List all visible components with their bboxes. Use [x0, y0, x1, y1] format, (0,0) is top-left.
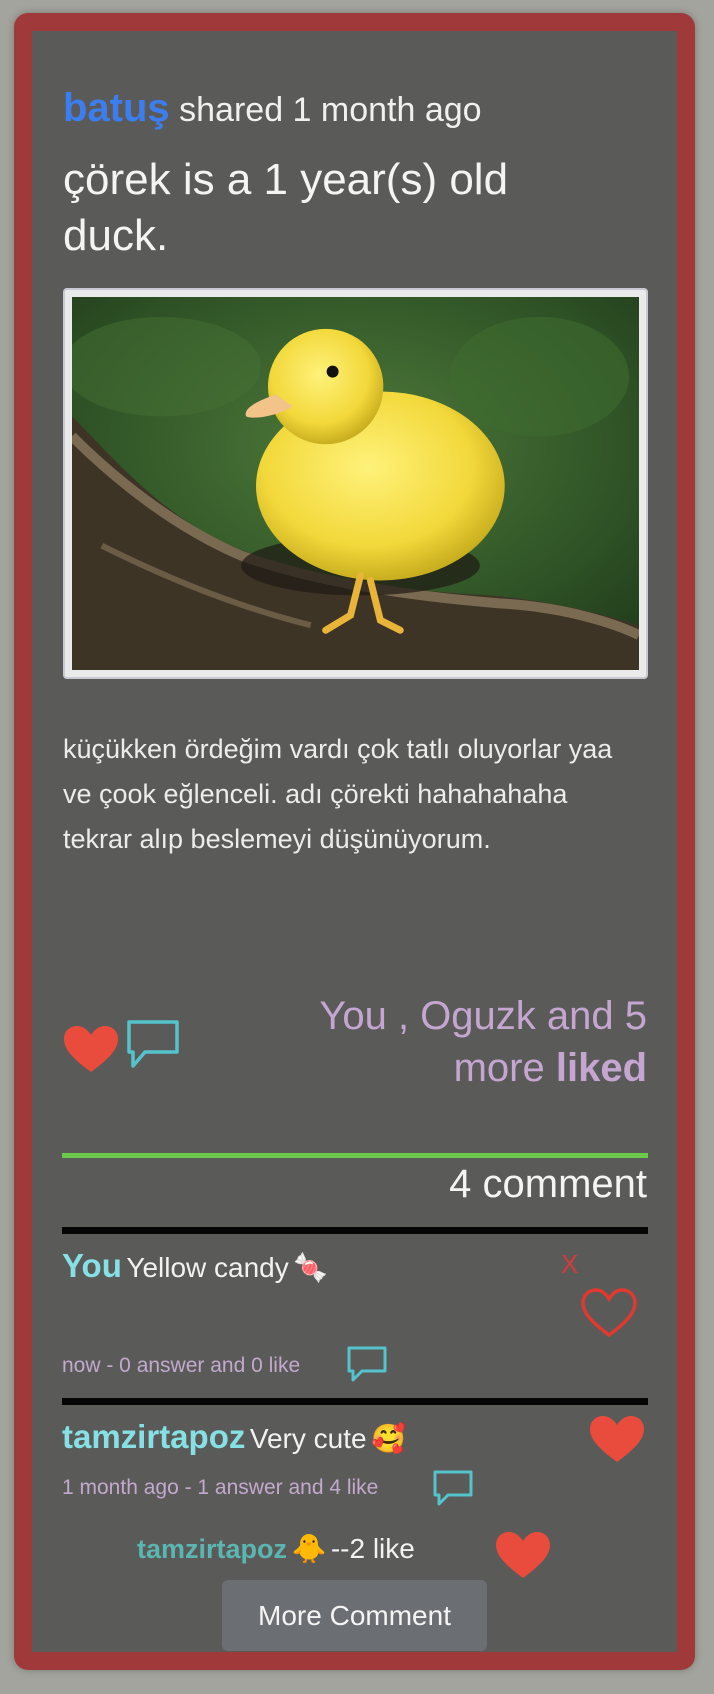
post-description: küçükken ördeğim vardı çok tatlı oluyorl… [63, 734, 613, 854]
comment-author[interactable]: You [62, 1247, 122, 1284]
comment-count: 4 comment [449, 1162, 647, 1206]
likes-liked-word: liked [555, 1046, 647, 1090]
post-shared-time: shared 1 month ago [179, 91, 482, 129]
comment-meta: now - 0 answer and 0 like [62, 1354, 301, 1377]
more-comment-button[interactable]: More Comment [222, 1580, 487, 1651]
post-title: çörek is a 1 year(s) old duck. [63, 155, 509, 260]
reply-icon[interactable] [346, 1345, 388, 1383]
heart-icon[interactable] [494, 1530, 552, 1580]
comment-meta: 1 month ago - 1 answer and 4 like [62, 1476, 379, 1499]
heart-icon[interactable] [62, 1024, 120, 1074]
reply-likes: --2 like [330, 1533, 415, 1564]
comment-item: You Yellow candy 🍬 [62, 1247, 328, 1285]
candy-emoji: 🍬 [293, 1251, 329, 1284]
comment-text: Yellow candy [126, 1252, 289, 1283]
post-header: batuş shared 1 month ago [63, 86, 482, 131]
speech-bubble-icon[interactable] [125, 1018, 181, 1070]
smiling-hearts-emoji: 🥰 [371, 1422, 406, 1455]
comment-author[interactable]: tamzirtapoz [62, 1418, 245, 1455]
chick-emoji: 🐥 [291, 1532, 327, 1565]
likes-summary[interactable]: You , Oguzk and 5 more liked [247, 990, 647, 1094]
comment-divider [62, 1398, 648, 1405]
duckling-photo [72, 297, 639, 670]
comment-text: Very cute [249, 1423, 367, 1454]
heart-icon[interactable] [588, 1414, 646, 1464]
post-author[interactable]: batuş [63, 86, 170, 130]
heart-outline-icon[interactable] [580, 1287, 638, 1339]
reply-author[interactable]: tamzirtapoz [137, 1534, 287, 1564]
comment-divider [62, 1227, 648, 1234]
delete-comment-button[interactable]: X [561, 1249, 578, 1280]
post-image[interactable] [63, 288, 648, 679]
comment-item: tamzirtapoz Very cute 🥰 [62, 1418, 406, 1456]
reply-icon[interactable] [432, 1469, 474, 1507]
reply-item: tamzirtapoz 🐥 --2 like [137, 1532, 415, 1565]
divider [62, 1153, 648, 1158]
